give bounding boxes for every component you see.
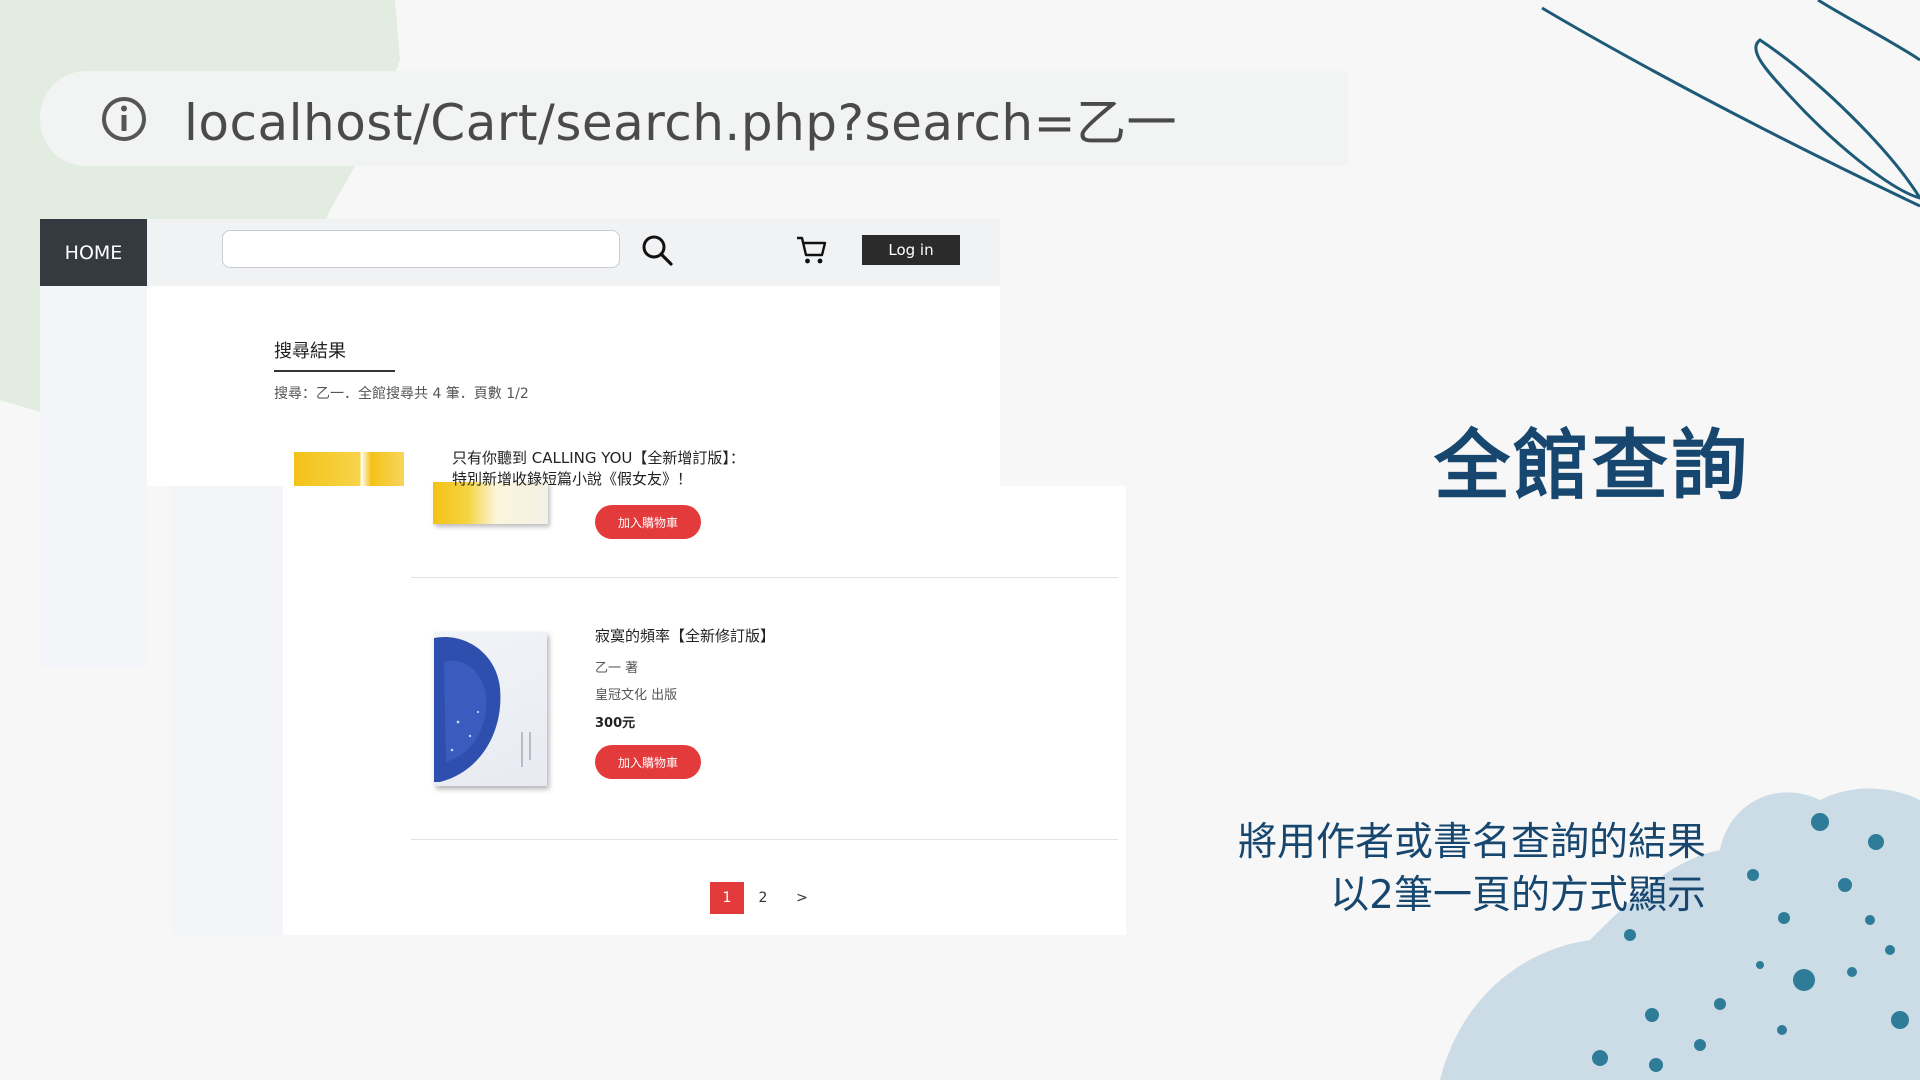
book-price: 300元 (595, 716, 636, 731)
app-sidebar (40, 286, 147, 668)
cart-icon[interactable] (794, 233, 828, 267)
overlay-main-content (283, 486, 1126, 935)
slide-heading: 全館查詢 (1434, 421, 1750, 510)
blue-line-decor (1541, 0, 1920, 208)
cover-art (434, 636, 531, 782)
address-bar[interactable]: localhost/Cart/search.php?search=乙一 (40, 71, 1348, 166)
book-title-line: 只有你聽到 CALLING YOU【全新增訂版】： (452, 449, 745, 467)
info-icon[interactable] (100, 95, 148, 143)
home-button[interactable]: HOME (40, 219, 147, 286)
book-author: 乙一 著 (595, 661, 639, 676)
book-cover-image (294, 452, 404, 486)
search-input[interactable] (222, 230, 620, 268)
book-title-line: 特別新增收錄短篇小說《假女友》！ (452, 470, 693, 488)
add-to-cart-button[interactable]: 加入購物車 (595, 505, 701, 539)
book-title[interactable]: 只有你聽到 CALLING YOU【全新增訂版】： 特別新增收錄短篇小說《假女友… (452, 448, 745, 490)
url-text[interactable]: localhost/Cart/search.php?search=乙一 (184, 83, 1177, 155)
row-divider (411, 577, 1118, 578)
row-divider (411, 839, 1118, 840)
slide-description-line: 將用作者或書名查詢的結果 (1237, 820, 1706, 865)
book-cover-image[interactable] (434, 632, 547, 786)
title-underline (274, 370, 395, 372)
book-publisher: 皇冠文化 出版 (595, 688, 678, 703)
search-icon[interactable] (640, 233, 674, 267)
pagination-page-current[interactable]: 1 (710, 882, 744, 914)
results-title: 搜尋結果 (274, 341, 346, 362)
slide-description-line: 以2筆一頁的方式顯示 (1330, 873, 1706, 918)
overlay-sidebar (171, 486, 283, 935)
add-to-cart-button[interactable]: 加入購物車 (595, 745, 701, 779)
search-summary: 搜尋：乙一．全館搜尋共 4 筆．頁數 1/2 (274, 386, 529, 402)
pagination-next[interactable]: > (790, 882, 814, 914)
app-navbar: HOME Log in (40, 219, 1000, 286)
pagination-page-2[interactable]: 2 (751, 882, 775, 914)
login-button[interactable]: Log in (862, 235, 960, 265)
book-title[interactable]: 寂寞的頻率【全新修訂版】 (595, 626, 775, 647)
